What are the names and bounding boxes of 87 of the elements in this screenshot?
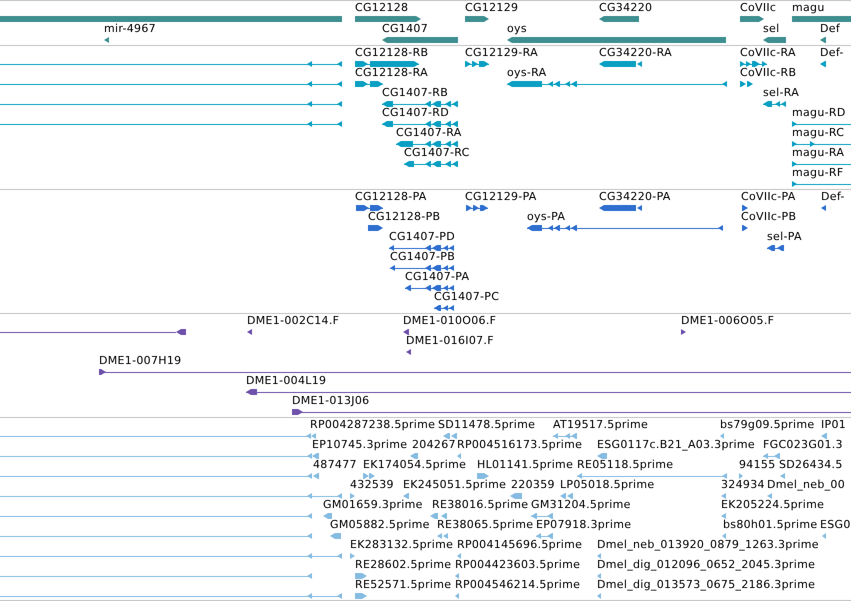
- protein-label: oys-PA: [527, 211, 566, 223]
- transcript-label: magu-RA: [792, 147, 844, 159]
- est-label: Dmel_dig_013573_0675_2186.3prime: [597, 579, 816, 591]
- est-label: RP004546214.5prime: [455, 579, 580, 591]
- est-label: ESG0: [820, 519, 851, 531]
- est-label: 324934: [721, 479, 765, 491]
- clone-label: DME1-002C14.F: [247, 315, 340, 327]
- est-label: RP004145696.5prime: [457, 539, 582, 551]
- est-label: EK205224.5prime: [721, 499, 824, 511]
- est-label: AT19517.5prime: [553, 419, 648, 431]
- est-label: 220359: [511, 479, 555, 491]
- gene-label: CoVIIc: [740, 2, 776, 14]
- est-label: 432539: [350, 479, 394, 491]
- clone-label: DME1-013J06: [292, 395, 370, 407]
- gene-label: oys: [507, 23, 527, 35]
- protein-label: CG1407-PC: [434, 291, 500, 303]
- transcript-label: CG12128-RA: [355, 67, 428, 79]
- protein-label: CG1407-PA: [405, 271, 470, 283]
- protein-label: sel-PA: [767, 231, 802, 243]
- gene-label: CG1407: [382, 23, 428, 35]
- clone-label: DME1-004L19: [246, 375, 326, 387]
- est-label: EK245051.5prime: [403, 479, 506, 491]
- est-label: EP10745.3prime: [312, 439, 408, 451]
- gene-label: CG34220: [599, 2, 652, 14]
- gene-label: CG12129: [465, 2, 518, 14]
- transcript-label: sel-RA: [763, 87, 800, 99]
- est-label: bs79g09.5prime: [720, 419, 814, 431]
- transcript-label: CG1407-RA: [396, 127, 462, 139]
- transcript-label: CoVIIc-RA: [740, 47, 796, 59]
- protein-label: Def-: [821, 191, 845, 203]
- clone-label: DME1-006O05.F: [681, 315, 774, 327]
- gene-label: CG12128: [355, 2, 408, 14]
- est-label: EP07918.3prime: [536, 519, 632, 531]
- est-label: 487477: [313, 459, 357, 471]
- transcript-label: magu-RD: [792, 107, 846, 119]
- est-label: Dmel_neb_013920_0879_1263.3prime: [597, 539, 819, 551]
- gene-label: magu: [792, 2, 825, 14]
- est-label: GM31204.5prime: [531, 499, 631, 511]
- transcript-label: oys-RA: [507, 67, 546, 79]
- protein-label: CG1407-PD: [389, 231, 455, 243]
- transcript-label: CG12128-RB: [355, 47, 428, 59]
- est-label: GM05882.5prime: [330, 519, 430, 531]
- est-label: LP05018.5prime: [560, 479, 654, 491]
- protein-label: CoVIIc-PB: [741, 211, 796, 223]
- est-label: Dmel_dig_012096_0652_2045.3prime: [597, 559, 816, 571]
- protein-label: CG12128-PA: [355, 191, 427, 203]
- est-label: EK174054.5prime: [363, 459, 466, 471]
- gene-label: sel: [763, 23, 780, 35]
- est-label: RE28602.5prime: [355, 559, 452, 571]
- transcript-label: magu-RF: [792, 167, 844, 179]
- gene-label: Def: [820, 23, 840, 35]
- transcript-label: CG1407-RC: [404, 147, 470, 159]
- est-label: 94155: [739, 459, 776, 471]
- clone-label: DME1-010O06.F: [403, 315, 496, 327]
- est-label: 204267: [412, 439, 456, 451]
- protein-label: CG12129-PA: [465, 191, 537, 203]
- est-label: RP004516173.5prime: [457, 439, 582, 451]
- transcript-label: CG1407-RB: [382, 87, 448, 99]
- est-label: RP004423603.5prime: [455, 559, 580, 571]
- transcript-label: CG12129-RA: [465, 47, 538, 59]
- protein-label: CoVIIc-PA: [741, 191, 796, 203]
- clone-label: DME1-007H19: [99, 355, 182, 367]
- est-label: RE05118.5prime: [577, 459, 674, 471]
- est-label: ESG0117c.B21_A03.3prime: [597, 439, 755, 451]
- transcript-label: CG34220-RA: [599, 47, 672, 59]
- est-label: RE38016.5prime: [432, 499, 528, 511]
- est-label: RE52571.5prime: [355, 579, 452, 591]
- est-label: SD11478.5prime: [438, 419, 536, 431]
- est-label: EK283132.5prime: [350, 539, 454, 551]
- transcript-label: Def-: [820, 47, 844, 59]
- est-label: SD26434.5: [779, 459, 843, 471]
- est-label: HL01141.5prime: [477, 459, 574, 471]
- transcript-label: CoVIIc-RB: [740, 67, 796, 79]
- est-label: bs80h01.5prime: [723, 519, 818, 531]
- est-label: RP004287238.5prime: [310, 419, 436, 431]
- clone-label: DME1-016I07.F: [406, 335, 494, 347]
- protein-label: CG1407-PB: [390, 251, 456, 263]
- est-label: RE38065.5prime: [437, 519, 534, 531]
- transcript-label: magu-RC: [792, 127, 844, 139]
- transcript-label: CG1407-RD: [382, 107, 449, 119]
- est-label: FGC023G01.3: [763, 439, 843, 451]
- est-label: Dmel_neb_00: [767, 479, 846, 491]
- est-label: IP01: [821, 419, 846, 431]
- protein-label: CG12128-PB: [368, 211, 440, 223]
- protein-label: CG34220-PA: [599, 191, 671, 203]
- gene-label: mir-4967: [104, 23, 156, 35]
- est-label: GM01659.3prime: [323, 499, 423, 511]
